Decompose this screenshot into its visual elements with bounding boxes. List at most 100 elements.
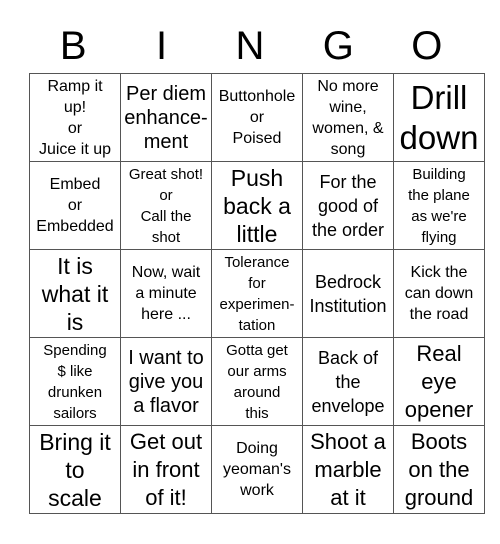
cell-text-line: back a	[223, 192, 291, 219]
board-row: It is what it is Now, wait a minute here ... T…	[29, 249, 485, 338]
cell-text-line: or	[159, 186, 173, 204]
cell-text-line: Kick the	[410, 264, 468, 281]
cell-text-line: wine,	[329, 98, 367, 116]
cell-text-line: Poised	[232, 130, 282, 147]
cell-text-line: can down	[404, 285, 474, 302]
bingo-cell[interactable]: I want to give you a flavor	[120, 337, 212, 426]
bingo-cell[interactable]: Building the plane as we're flying	[393, 161, 485, 250]
board-row: Embed or Embedded Great shot! or Call the shot…	[29, 161, 485, 250]
cell-text-line: down	[399, 118, 479, 156]
board-row: Ramp it up! or Juice it up Per diem enhance-m…	[29, 73, 485, 162]
bingo-cell[interactable]: Doing yeoman's work	[211, 425, 303, 514]
bingo-cell[interactable]: Embed or Embedded	[29, 161, 121, 250]
cell-text-line: Embedded	[36, 218, 114, 235]
bingo-cell[interactable]: Get out in front of it!	[120, 425, 212, 514]
cell-text-line: Building	[412, 165, 466, 183]
cell-text-line: scale	[48, 484, 102, 511]
cell-text-line: here ...	[141, 306, 191, 323]
header-letter-g: G	[322, 24, 354, 68]
bingo-cell[interactable]: Real eye opener	[393, 337, 485, 426]
bingo-board: Ramp it up! or Juice it up Per diem enhance-m…	[29, 73, 485, 514]
cell-text-line: Per diem	[125, 82, 207, 105]
cell-text-line: or	[249, 109, 265, 126]
bingo-cell[interactable]: Gotta get our arms around this	[211, 337, 303, 426]
cell-text-line: song	[330, 140, 366, 158]
cell-text-line: Bedrock	[314, 271, 382, 292]
bingo-cell[interactable]: No more wine, women, & song	[302, 73, 394, 162]
bingo-header: B I N G O	[29, 20, 471, 73]
header-letter-i: I	[156, 24, 168, 68]
cell-text-line: shot	[151, 228, 181, 246]
bingo-cell[interactable]: Per diem enhance-ment	[120, 73, 212, 162]
header-letter-o: O	[411, 24, 443, 68]
cell-text-line: enhance-	[124, 106, 208, 129]
cell-text-line: Doing	[236, 440, 278, 457]
cell-text-line: sailors	[53, 404, 97, 422]
cell-text-line: up!	[63, 98, 87, 116]
cell-text-line: Bring it	[39, 428, 111, 455]
cell-text-line: marble	[314, 456, 382, 482]
cell-text-line: ground	[404, 484, 474, 510]
bingo-cell[interactable]: Spending $ like drunken sailors	[29, 337, 121, 426]
bingo-cell[interactable]: Now, wait a minute here ...	[120, 249, 212, 338]
bingo-cell[interactable]: Great shot! or Call the shot	[120, 161, 212, 250]
bingo-cell[interactable]: Bedrock Institution	[302, 249, 394, 338]
cell-text-line: for	[248, 274, 266, 292]
cell-text-line: Juice it up	[38, 140, 112, 158]
cell-text-line: of it!	[145, 484, 187, 510]
cell-text-line: a flavor	[133, 394, 199, 417]
bingo-cell[interactable]: It is what it is	[29, 249, 121, 338]
cell-text-line: I want to	[128, 346, 204, 369]
bingo-cell[interactable]: Back of the envelope	[302, 337, 394, 426]
cell-text-line: to	[65, 456, 85, 483]
bingo-cell[interactable]: Tolerance for experimen-tation	[211, 249, 303, 338]
header-letter-n: N	[235, 24, 265, 68]
cell-text-line: ment	[143, 130, 189, 153]
cell-text-line: around	[233, 383, 281, 401]
cell-text-line: or	[67, 197, 83, 214]
cell-text-line: drunken	[47, 383, 103, 401]
board-row: Bring it to scale Get out in front of it! Doin…	[29, 425, 485, 514]
cell-text-line: at it	[330, 484, 366, 510]
cell-text-line: our arms	[227, 362, 287, 380]
cell-text-line: Drill	[410, 78, 468, 116]
cell-text-line: Back of	[317, 347, 379, 368]
bingo-cell[interactable]: Bring it to scale	[29, 425, 121, 514]
cell-text-line: Institution	[309, 295, 387, 316]
bingo-cell[interactable]: Push back a little	[211, 161, 303, 250]
cell-text-line: as we're	[411, 207, 467, 225]
cell-text-line: the	[335, 371, 361, 392]
cell-text-line: Boots	[410, 428, 468, 454]
bingo-cell[interactable]: Drill down	[393, 73, 485, 162]
cell-text-line: Real	[416, 340, 462, 366]
cell-text-line: opener	[404, 396, 474, 422]
cell-text-line: No more	[317, 77, 379, 95]
cell-text-line: this	[245, 404, 269, 422]
bingo-cell[interactable]: Shoot a marble at it	[302, 425, 394, 514]
cell-text-line: envelope	[311, 395, 385, 416]
cell-text-line: or	[67, 119, 83, 137]
cell-text-line: is	[66, 308, 84, 335]
cell-text-line: Gotta get	[226, 341, 288, 359]
bingo-cell[interactable]: Boots on the ground	[393, 425, 485, 514]
bingo-cell[interactable]: For the good of the order	[302, 161, 394, 250]
cell-text-line: the plane	[408, 186, 470, 204]
cell-text-line: $ like	[57, 362, 93, 380]
cell-text-line: on the	[408, 456, 470, 482]
cell-text-line: Call the	[140, 207, 192, 225]
cell-text-line: the road	[409, 306, 469, 323]
cell-text-line: Great shot!	[128, 165, 204, 183]
bingo-cell[interactable]: Buttonhole or Poised	[211, 73, 303, 162]
cell-text-line: For the	[319, 171, 377, 192]
cell-text-line: Spending	[43, 341, 107, 359]
cell-text-line: Embed	[49, 176, 101, 193]
cell-text-line: It is	[57, 252, 93, 279]
cell-text-line: Tolerance	[224, 253, 290, 271]
bingo-cell[interactable]: Ramp it up! or Juice it up	[29, 73, 121, 162]
board-row: Spending $ like drunken sailors I want to giv…	[29, 337, 485, 426]
bingo-cell[interactable]: Kick the can down the road	[393, 249, 485, 338]
cell-text-line: Get out	[129, 428, 203, 454]
cell-text-line: the order	[311, 219, 385, 240]
cell-text-line: Buttonhole	[218, 88, 296, 105]
cell-text-line: flying	[421, 228, 457, 246]
